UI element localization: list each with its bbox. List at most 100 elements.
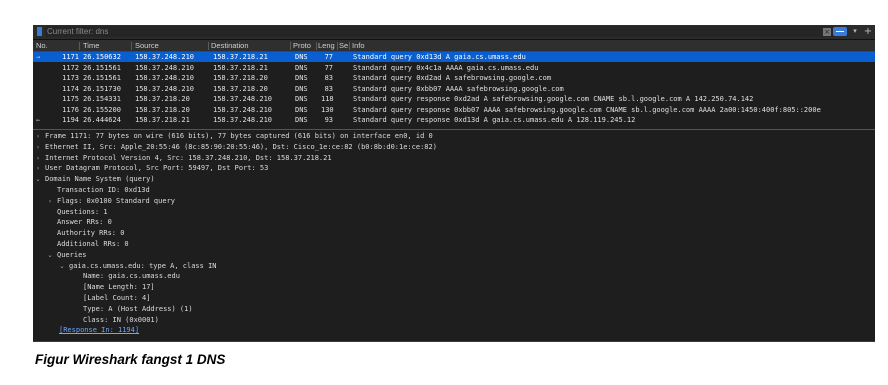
packet-destination: 158.37.248.210: [213, 116, 273, 124]
tree-item-label: [Label Count: 4]: [83, 294, 151, 302]
tree-item-additional-rrs[interactable]: Additional RRs: 0: [33, 239, 875, 250]
packet-length: 130: [321, 105, 334, 114]
packet-protocol: DNS: [295, 105, 308, 114]
tree-item-name-length[interactable]: [Name Length: 17]: [33, 282, 875, 293]
column-separator[interactable]: [337, 42, 338, 50]
packet-protocol: DNS: [295, 95, 308, 103]
tree-item-questions[interactable]: Questions: 1: [33, 207, 875, 218]
packet-info: Standard query response 0xd2ad A safebro…: [353, 95, 754, 103]
column-separator[interactable]: [290, 42, 291, 50]
column-separator[interactable]: [316, 42, 317, 50]
packet-length: 77: [324, 53, 333, 61]
column-separator[interactable]: [131, 42, 132, 50]
collapse-chevron-icon[interactable]: ⌄: [47, 250, 53, 261]
tree-item-frame[interactable]: › Frame 1171: 77 bytes on wire (616 bits…: [33, 131, 875, 142]
expand-chevron-icon[interactable]: ›: [35, 142, 41, 153]
tree-item-label: Internet Protocol Version 4, Src: 158.37…: [45, 153, 332, 162]
packet-source: 158.37.248.210: [135, 63, 195, 72]
expand-chevron-icon[interactable]: ›: [47, 196, 53, 207]
display-filter-bar: Current filter: dns × ▾ +: [33, 25, 875, 40]
packet-time: 26.151730: [83, 84, 121, 93]
packet-length: 77: [324, 63, 333, 72]
packet-info: Standard query 0xd13d A gaia.cs.umass.ed…: [353, 53, 526, 61]
packet-info: Standard query 0xbb07 AAAA safebrowsing.…: [353, 84, 564, 93]
column-header-no[interactable]: No.: [36, 40, 48, 51]
tree-item-flags[interactable]: › Flags: 0x0100 Standard query: [33, 196, 875, 207]
response-arrow-icon: ←: [36, 116, 41, 124]
packet-time: 26.151561: [83, 63, 121, 72]
tree-item-queries[interactable]: ⌄ Queries: [33, 250, 875, 261]
column-header-info[interactable]: Info: [352, 40, 365, 51]
packet-time: 26.155200: [83, 105, 121, 114]
tree-item-answer-rrs[interactable]: Answer RRs: 0: [33, 217, 875, 228]
tree-item-type[interactable]: Type: A (Host Address) (1): [33, 304, 875, 315]
tree-item-label-count[interactable]: [Label Count: 4]: [33, 293, 875, 304]
packet-row[interactable]: 1173 26.151561 158.37.248.210 158.37.218…: [33, 73, 875, 83]
tree-item-label: User Datagram Protocol, Src Port: 59497,…: [45, 164, 269, 173]
packet-row[interactable]: 1172 26.151561 158.37.248.210 158.37.218…: [33, 63, 875, 73]
tree-item-ethernet[interactable]: › Ethernet II, Src: Apple_20:55:46 (8c:8…: [33, 142, 875, 153]
tree-item-label: Domain Name System (query): [45, 175, 155, 184]
column-separator[interactable]: [79, 42, 80, 50]
tree-item-udp[interactable]: › User Datagram Protocol, Src Port: 5949…: [33, 163, 875, 174]
pane-bottom-border: [33, 341, 875, 342]
packet-info: Standard query response 0xd13d A gaia.cs…: [353, 116, 636, 124]
packet-destination: 158.37.248.210: [213, 105, 273, 114]
packet-length: 118: [321, 95, 334, 103]
tree-item-query[interactable]: ⌄ gaia.cs.umass.edu: type A, class IN: [33, 261, 875, 272]
tree-item-class[interactable]: Class: IN (0x0001): [33, 315, 875, 326]
packet-time: 26.150632: [83, 53, 121, 61]
tree-item-transaction-id[interactable]: Transaction ID: 0xd13d: [33, 185, 875, 196]
collapse-chevron-icon[interactable]: ⌄: [59, 261, 65, 272]
column-header-destination[interactable]: Destination: [211, 40, 249, 51]
column-header-time[interactable]: Time: [83, 40, 99, 51]
expand-chevron-icon[interactable]: ›: [35, 153, 41, 164]
packet-row[interactable]: 1175 26.154331 158.37.218.20 158.37.248.…: [33, 94, 875, 104]
packet-no: 1175: [62, 95, 79, 103]
pane-splitter[interactable]: [33, 129, 875, 130]
packet-no: 1171: [62, 53, 79, 61]
packet-row[interactable]: ← 1194 26.444624 158.37.218.21 158.37.24…: [33, 115, 875, 125]
column-header-length[interactable]: Leng: [318, 40, 335, 51]
packet-protocol: DNS: [295, 84, 308, 93]
packet-protocol: DNS: [295, 63, 308, 72]
packet-destination: 158.37.218.21: [213, 63, 268, 72]
tree-item-dns[interactable]: ⌄ Domain Name System (query): [33, 174, 875, 185]
collapse-chevron-icon[interactable]: ⌄: [35, 174, 41, 185]
clear-icon[interactable]: ×: [823, 28, 831, 36]
packet-source: 158.37.248.210: [135, 84, 195, 93]
apply-arrow-icon[interactable]: [833, 27, 847, 36]
packet-source: 158.37.248.210: [135, 53, 195, 61]
expand-chevron-icon[interactable]: ›: [35, 163, 41, 174]
packet-row-selected[interactable]: → 1171 26.150632 158.37.248.210 158.37.2…: [33, 52, 875, 62]
tree-item-name[interactable]: Name: gaia.cs.umass.edu: [33, 271, 875, 282]
column-header-protocol[interactable]: Proto: [293, 40, 311, 51]
tree-item-ipv4[interactable]: › Internet Protocol Version 4, Src: 158.…: [33, 153, 875, 164]
response-in-link[interactable]: [Response In: 1194]: [59, 325, 139, 336]
packet-source: 158.37.248.210: [135, 74, 195, 82]
packet-time: 26.151561: [83, 74, 121, 82]
tree-item-label: Class: IN (0x0001): [83, 315, 159, 324]
column-separator[interactable]: [349, 42, 350, 50]
packet-protocol: DNS: [295, 116, 308, 124]
expand-chevron-icon[interactable]: ›: [35, 131, 41, 142]
bookmark-icon[interactable]: [37, 27, 42, 36]
packet-list: → 1171 26.150632 158.37.248.210 158.37.2…: [33, 52, 875, 128]
packet-row[interactable]: 1176 26.155200 158.37.218.20 158.37.248.…: [33, 105, 875, 115]
plus-icon[interactable]: +: [863, 26, 873, 37]
packet-destination: 158.37.218.20: [213, 74, 268, 82]
packet-info: Standard query response 0xbb07 AAAA safe…: [353, 105, 821, 114]
packet-no: 1174: [62, 84, 79, 93]
packet-no: 1194: [62, 116, 79, 124]
display-filter-input[interactable]: Current filter: dns: [45, 26, 835, 37]
column-header-sep[interactable]: Se: [339, 40, 348, 51]
column-separator[interactable]: [208, 42, 209, 50]
tree-item-authority-rrs[interactable]: Authority RRs: 0: [33, 228, 875, 239]
chevron-down-icon[interactable]: ▾: [851, 27, 859, 36]
packet-time: 26.154331: [83, 95, 121, 103]
tree-item-label: Answer RRs: 0: [57, 218, 112, 227]
packet-no: 1176: [62, 105, 79, 114]
column-header-source[interactable]: Source: [135, 40, 159, 51]
packet-row[interactable]: 1174 26.151730 158.37.248.210 158.37.218…: [33, 84, 875, 94]
tree-item-response-in[interactable]: [Response In: 1194]: [33, 325, 875, 336]
